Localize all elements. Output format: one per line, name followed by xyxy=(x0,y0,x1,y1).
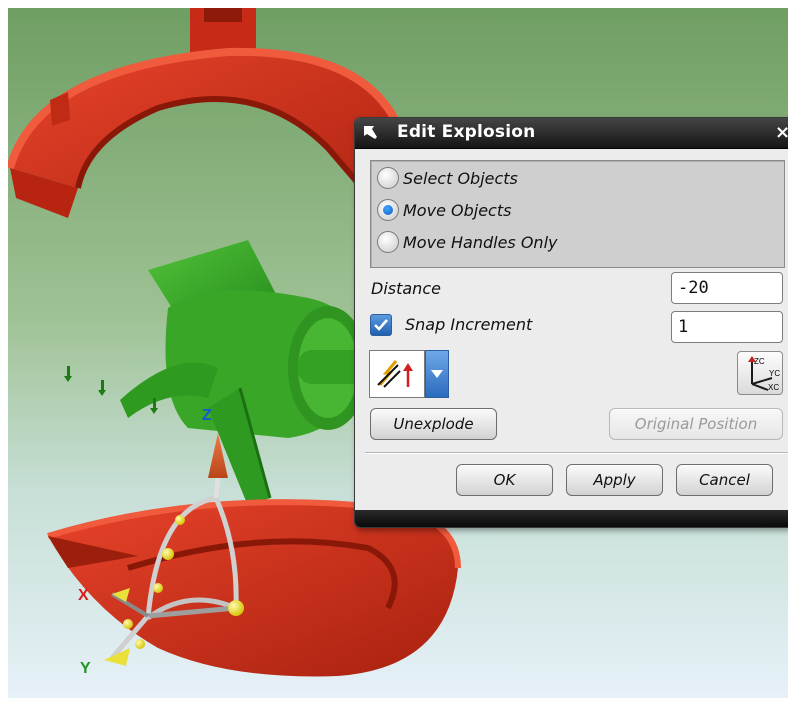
snap-increment-checkbox[interactable] xyxy=(370,314,392,336)
unexplode-button[interactable]: Unexplode xyxy=(370,408,497,440)
y-axis-label: Y xyxy=(80,660,91,677)
dialog-footer-bar xyxy=(355,510,788,527)
radio-label: Select Objects xyxy=(403,168,518,188)
dialog-titlebar[interactable]: Edit Explosion × xyxy=(355,118,788,149)
mode-radio-group: Select Objects Move Objects Move Handles… xyxy=(370,160,785,268)
edit-explosion-dialog: Edit Explosion × Select Objects Move Obj… xyxy=(354,117,788,528)
dialog-title: Edit Explosion xyxy=(397,122,536,142)
snap-increment-label: Snap Increment xyxy=(405,315,533,334)
z-axis-label: Z xyxy=(202,407,212,424)
pin-icon[interactable] xyxy=(361,123,381,143)
csys-yc-label: YC xyxy=(769,369,780,378)
ok-button[interactable]: OK xyxy=(456,464,553,496)
radio-button[interactable] xyxy=(377,167,399,189)
apply-button[interactable]: Apply xyxy=(566,464,663,496)
snap-increment-input[interactable] xyxy=(671,311,783,343)
radio-label: Move Objects xyxy=(403,200,512,220)
dropdown-arrow-icon xyxy=(431,370,443,378)
radio-button[interactable] xyxy=(377,231,399,253)
x-axis-label: X xyxy=(78,587,89,604)
csys-icon: ZC YC XC xyxy=(748,356,780,392)
divider xyxy=(365,452,788,454)
checkmark-icon xyxy=(374,319,388,331)
radio-button[interactable] xyxy=(377,199,399,221)
original-position-button[interactable]: Original Position xyxy=(609,408,783,440)
close-icon[interactable]: × xyxy=(775,124,788,142)
motion-method-dropdown[interactable] xyxy=(425,350,449,398)
radio-label: Move Handles Only xyxy=(403,232,558,252)
distance-label: Distance xyxy=(371,279,441,298)
cancel-button[interactable]: Cancel xyxy=(676,464,773,496)
distance-input[interactable] xyxy=(671,272,783,304)
csys-button[interactable]: ZC YC XC xyxy=(737,351,783,395)
csys-zc-label: ZC xyxy=(754,357,765,366)
radio-move-handles-only[interactable]: Move Handles Only xyxy=(377,229,557,255)
radio-move-objects[interactable]: Move Objects xyxy=(377,197,511,223)
motion-method-button[interactable] xyxy=(369,350,425,398)
csys-xc-label: XC xyxy=(768,383,779,392)
radio-select-objects[interactable]: Select Objects xyxy=(377,165,518,191)
method-icon xyxy=(377,360,413,388)
